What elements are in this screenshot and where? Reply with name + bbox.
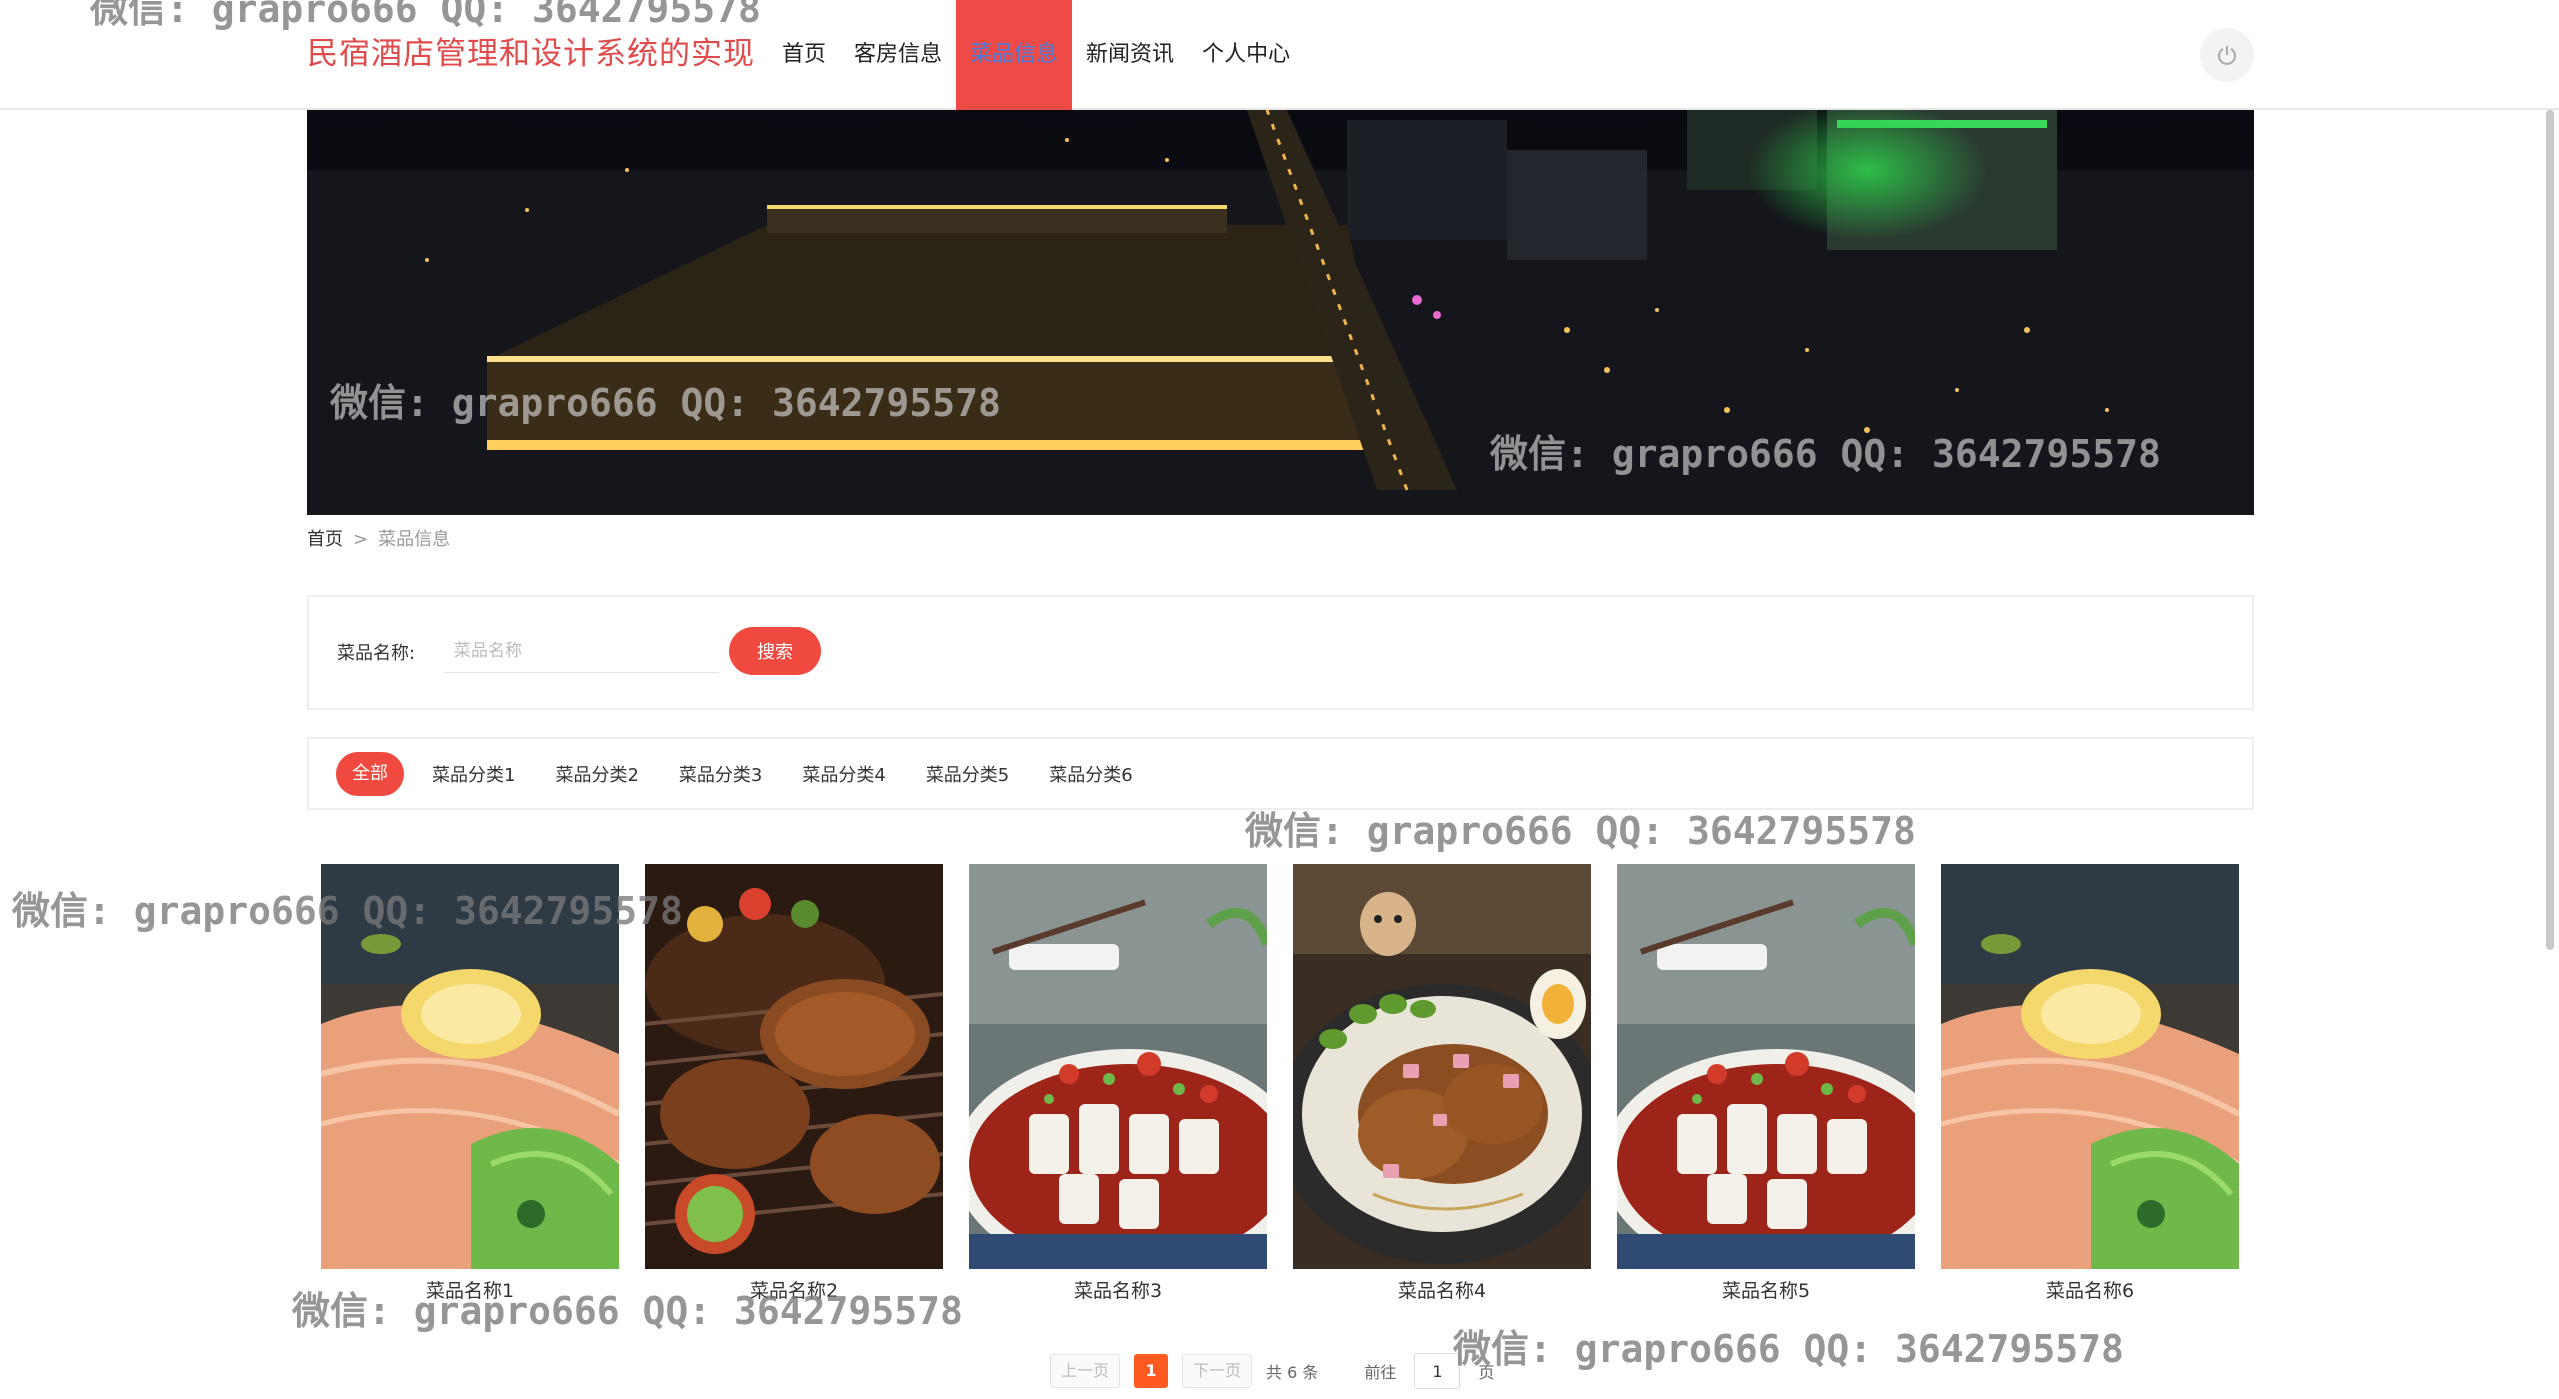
salmon-dish-image (321, 864, 619, 1269)
search-button[interactable]: 搜索 (729, 627, 821, 675)
category-3[interactable]: 菜品分类3 (679, 761, 762, 787)
next-page-button[interactable]: 下一页 (1182, 1354, 1253, 1388)
dish-name[interactable]: 菜品名称1 (321, 1276, 619, 1303)
prev-page-button[interactable]: 上一页 (1050, 1354, 1121, 1388)
dish-grid: 菜品名称1 菜品名称2 菜品名称3 菜品名称4 菜品名称5 菜品名称6 (321, 864, 2241, 1314)
page-scrollbar[interactable] (2546, 110, 2554, 950)
dish-name-search-input[interactable] (444, 629, 719, 673)
goto-label: 前往 (1364, 1363, 1397, 1382)
nav-profile[interactable]: 个人中心 (1188, 0, 1304, 110)
category-6[interactable]: 菜品分类6 (1049, 761, 1132, 787)
breadcrumb-current: 菜品信息 (378, 529, 451, 550)
breadcrumb: 首页 > 菜品信息 (307, 525, 450, 555)
category-all[interactable]: 全部 (336, 751, 404, 796)
category-filter-bar: 全部 菜品分类1 菜品分类2 菜品分类3 菜品分类4 菜品分类5 菜品分类6 (307, 737, 2254, 810)
category-2[interactable]: 菜品分类2 (555, 761, 638, 787)
category-5[interactable]: 菜品分类5 (926, 761, 1009, 787)
dish-name[interactable]: 菜品名称2 (645, 1276, 943, 1303)
watermark: 微信: grapro666 QQ: 3642795578 (1453, 1327, 2124, 1371)
dish-card[interactable]: 菜品名称6 (1941, 864, 2239, 1314)
dish-name[interactable]: 菜品名称3 (969, 1276, 1267, 1303)
site-title[interactable]: 民宿酒店管理和设计系统的实现 (307, 28, 755, 80)
logout-button[interactable] (2200, 28, 2254, 82)
category-1[interactable]: 菜品分类1 (432, 761, 515, 787)
page-suffix: 页 (1478, 1363, 1495, 1382)
dish-name[interactable]: 菜品名称5 (1617, 1276, 1915, 1303)
dish-card[interactable]: 菜品名称2 (645, 864, 943, 1314)
salmon-dish-image (1941, 864, 2239, 1269)
hero-banner (307, 110, 2254, 515)
dish-card[interactable]: 菜品名称3 (969, 864, 1267, 1314)
braised-pork-dish-image (1293, 864, 1591, 1269)
dish-name[interactable]: 菜品名称4 (1293, 1276, 1591, 1303)
pagination: 上一页 1 下一页 共 6 条 前往 页 (1050, 1352, 1494, 1390)
search-label: 菜品名称: (337, 643, 416, 664)
noodle-dish-image (969, 864, 1267, 1269)
noodle-dish-image (1617, 864, 1915, 1269)
dish-card[interactable]: 菜品名称5 (1617, 864, 1915, 1314)
dish-name[interactable]: 菜品名称6 (1941, 1276, 2239, 1303)
breadcrumb-separator: > (353, 529, 369, 550)
main-nav: 首页 客房信息 菜品信息 新闻资讯 个人中心 (768, 0, 1304, 110)
nav-home[interactable]: 首页 (768, 0, 840, 110)
grilled-meat-dish-image (645, 864, 943, 1269)
nav-rooms[interactable]: 客房信息 (840, 0, 956, 110)
dish-card[interactable]: 菜品名称1 (321, 864, 619, 1314)
night-city-image (307, 110, 2254, 515)
nav-news[interactable]: 新闻资讯 (1072, 0, 1188, 110)
search-panel: 菜品名称: 搜索 (307, 595, 2254, 710)
goto-page-input[interactable] (1414, 1353, 1461, 1389)
current-page-number[interactable]: 1 (1134, 1354, 1169, 1388)
total-count: 共 6 条 (1266, 1363, 1319, 1382)
breadcrumb-home[interactable]: 首页 (307, 529, 343, 550)
power-icon (2218, 46, 2236, 65)
nav-dishes[interactable]: 菜品信息 (956, 0, 1073, 110)
category-4[interactable]: 菜品分类4 (802, 761, 885, 787)
top-navbar: 民宿酒店管理和设计系统的实现 首页 客房信息 菜品信息 新闻资讯 个人中心 (0, 0, 2559, 110)
dish-card[interactable]: 菜品名称4 (1293, 864, 1591, 1314)
